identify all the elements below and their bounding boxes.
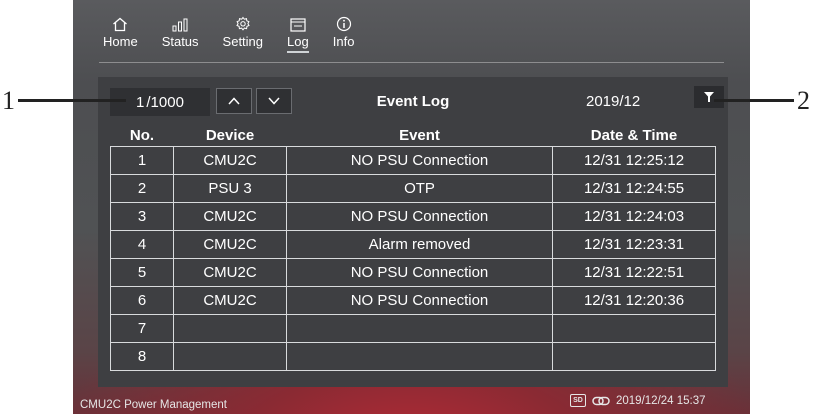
cell-device [173,342,287,371]
date-filter-value[interactable]: 2019/12 [586,93,640,110]
chevron-down-icon [268,97,280,105]
cell-event: NO PSU Connection [286,202,553,231]
table-row[interactable]: 3 CMU2C NO PSU Connection 12/31 12:24:03 [110,202,716,231]
gear-icon [235,12,251,32]
top-nav: Home Status Setting Log Info [99,12,358,54]
nav-log-label: Log [287,34,309,53]
nav-home-label: Home [103,34,138,49]
callout-line-2 [714,99,794,102]
page-total: /1000 [146,93,184,111]
nav-status-label: Status [161,34,199,49]
cell-device: PSU 3 [173,174,287,203]
nav-home[interactable]: Home [99,12,142,54]
nav-setting-label: Setting [222,34,264,49]
cell-datetime: 12/31 12:24:03 [552,202,716,231]
cell-no: 7 [110,314,174,343]
cell-datetime: 12/31 12:20:36 [552,286,716,315]
col-header-event: Event [399,127,440,144]
cell-device [173,314,287,343]
cell-datetime: 12/31 12:24:55 [552,174,716,203]
page-indicator[interactable]: 1 /1000 [110,88,210,116]
device-screen: Home Status Setting Log Info 1 /1000 Eve… [73,0,750,414]
nav-divider [99,62,724,63]
table-row[interactable]: 7 [110,314,716,343]
chevron-up-icon [228,97,240,105]
status-bar: SD 2019/12/24 15:37 [570,394,706,407]
cell-datetime: 12/31 12:22:51 [552,258,716,287]
filter-button[interactable] [694,86,724,108]
table-row[interactable]: 1 CMU2C NO PSU Connection 12/31 12:25:12 [110,146,716,175]
clock-timestamp: 2019/12/24 15:37 [616,394,706,407]
nav-status[interactable]: Status [158,12,203,54]
cell-event [286,342,553,371]
log-icon [290,12,306,32]
cell-datetime: 12/31 12:25:12 [552,146,716,175]
event-log-panel: 1 /1000 Event Log 2019/12 No. Device Eve… [98,77,728,387]
nav-setting[interactable]: Setting [219,12,267,54]
cell-device: CMU2C [173,230,287,259]
cell-no: 2 [110,174,174,203]
cell-device: CMU2C [173,286,287,315]
cell-datetime: 12/31 12:23:31 [552,230,716,259]
cell-event: Alarm removed [286,230,553,259]
cell-datetime [552,314,716,343]
cell-no: 8 [110,342,174,371]
page-down-button[interactable] [256,88,292,114]
table-row[interactable]: 4 CMU2C Alarm removed 12/31 12:23:31 [110,230,716,259]
table-row[interactable]: 6 CMU2C NO PSU Connection 12/31 12:20:36 [110,286,716,315]
link-icon [592,396,610,405]
cell-no: 3 [110,202,174,231]
nav-info[interactable]: Info [329,12,359,54]
table-row[interactable]: 2 PSU 3 OTP 12/31 12:24:55 [110,174,716,203]
nav-info-label: Info [332,34,355,49]
nav-log[interactable]: Log [283,12,313,54]
cell-event: NO PSU Connection [286,258,553,287]
event-log-table: No. Device Event Date & Time 1 CMU2C NO … [110,125,716,371]
col-header-no: No. [129,127,155,144]
callout-line-1 [18,99,126,102]
cell-no: 1 [110,146,174,175]
page-up-button[interactable] [216,88,252,114]
col-header-device: Device [205,127,255,144]
cell-event: OTP [286,174,553,203]
sd-card-icon: SD [570,394,586,407]
app-name: CMU2C Power Management [80,399,228,411]
cell-device: CMU2C [173,258,287,287]
cell-event [286,314,553,343]
cell-no: 5 [110,258,174,287]
callout-number-2: 2 [797,86,810,115]
cell-datetime [552,342,716,371]
table-row[interactable]: 8 [110,342,716,371]
cell-event: NO PSU Connection [286,286,553,315]
table-header-row: No. Device Event Date & Time [111,125,716,147]
bar-chart-icon [172,12,188,32]
callout-number-1: 1 [2,86,15,115]
table-row[interactable]: 5 CMU2C NO PSU Connection 12/31 12:22:51 [110,258,716,287]
cell-no: 4 [110,230,174,259]
col-header-datetime: Date & Time [590,127,678,144]
home-icon [112,12,128,32]
cell-device: CMU2C [173,202,287,231]
cell-device: CMU2C [173,146,287,175]
cell-no: 6 [110,286,174,315]
page-current: 1 [136,93,145,111]
cell-event: NO PSU Connection [286,146,553,175]
info-icon [336,12,352,32]
